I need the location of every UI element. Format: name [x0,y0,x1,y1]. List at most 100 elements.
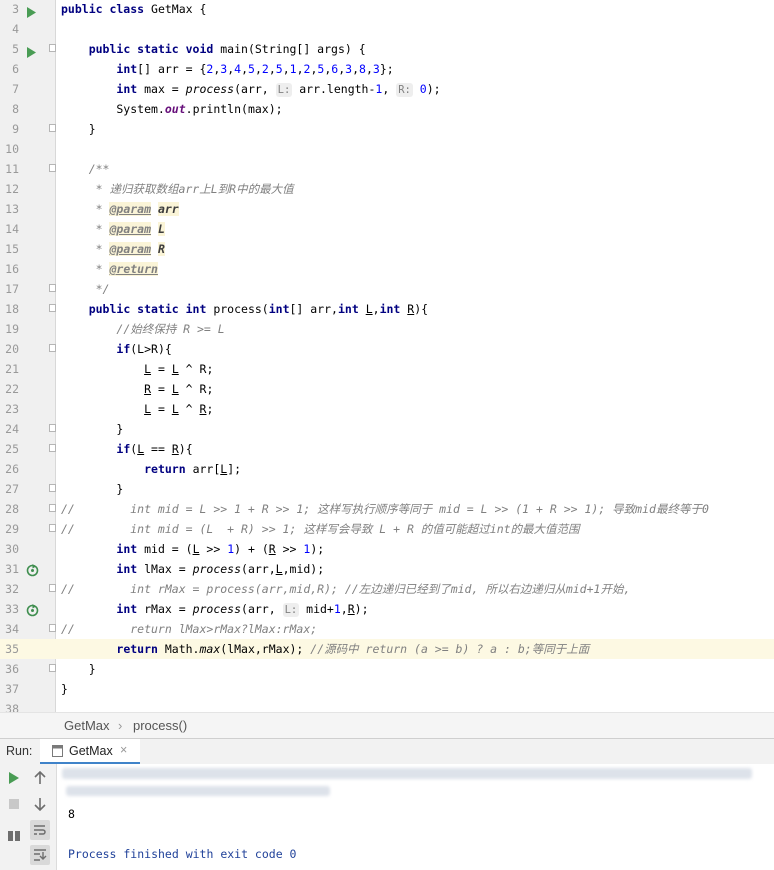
code-line[interactable]: 31 int lMax = process(arr,L,mid); [0,559,774,579]
fold-marker-icon[interactable] [49,124,56,132]
code-text[interactable]: } [61,479,123,499]
code-text[interactable]: public class GetMax { [61,0,206,19]
code-line[interactable]: 25 if(L == R){ [0,439,774,459]
stop-icon[interactable] [4,794,24,814]
code-line[interactable]: 37} [0,679,774,699]
code-text[interactable]: int lMax = process(arr,L,mid); [61,559,324,579]
code-text[interactable]: * @param R [61,239,165,259]
code-line[interactable]: 10 [0,139,774,159]
code-line[interactable]: 8 System.out.println(max); [0,99,774,119]
code-line[interactable]: 22 R = L ^ R; [0,379,774,399]
code-line[interactable]: 4 [0,19,774,39]
fold-marker-icon[interactable] [49,484,56,492]
code-text[interactable]: int mid = (L >> 1) + (R >> 1); [61,539,324,559]
code-text[interactable]: * @param L [61,219,165,239]
code-text[interactable]: } [61,659,96,679]
fold-marker-icon[interactable] [49,164,56,172]
run-tab[interactable]: GetMax × [40,739,140,764]
breadcrumb-method[interactable]: process() [133,718,187,733]
code-line[interactable]: 36 } [0,659,774,679]
code-line[interactable]: 11 /** [0,159,774,179]
code-text[interactable]: L = L ^ R; [61,359,213,379]
code-line[interactable]: 26 return arr[L]; [0,459,774,479]
run-tab-label: GetMax [69,744,113,758]
code-text[interactable]: // int mid = (L + R) >> 1; 这样写会导致 L + R … [61,519,580,539]
code-text[interactable]: //始终保持 R >= L [61,319,224,339]
fold-marker-icon[interactable] [49,584,56,592]
line-number: 36 [5,662,19,676]
code-text[interactable]: int[] arr = {2,3,4,5,2,5,1,2,5,6,3,8,3}; [61,59,393,79]
code-line[interactable]: 3 public class GetMax { [0,0,774,19]
code-line[interactable]: 15 * @param R [0,239,774,259]
code-line[interactable]: 32 // int rMax = process(arr,mid,R); //左边… [0,579,774,599]
code-text[interactable]: R = L ^ R; [61,379,213,399]
code-line[interactable]: 27 } [0,479,774,499]
code-text[interactable]: } [61,119,96,139]
code-text[interactable]: // return lMax>rMax?lMax:rMax; [61,619,317,639]
code-line[interactable]: 34 // return lMax>rMax?lMax:rMax; [0,619,774,639]
fold-marker-icon[interactable] [49,344,56,352]
fold-marker-icon[interactable] [49,444,56,452]
code-line[interactable]: 13 * @param arr [0,199,774,219]
code-text[interactable]: int max = process(arr, L: arr.length-1, … [61,79,441,99]
code-text[interactable]: public static int process(int[] arr,int … [61,299,428,319]
code-text[interactable]: * @return [61,259,158,279]
code-text[interactable]: if(L>R){ [61,339,171,359]
code-line[interactable]: 33 int rMax = process(arr, L: mid+1,R); [0,599,774,619]
code-text[interactable]: } [61,679,68,699]
code-line[interactable]: 21 L = L ^ R; [0,359,774,379]
fold-marker-icon[interactable] [49,624,56,632]
run-console[interactable]: 8 Process finished with exit code 0 [0,764,774,870]
code-text[interactable]: return arr[L]; [61,459,241,479]
close-icon[interactable]: × [120,743,127,757]
code-text[interactable]: int rMax = process(arr, L: mid+1,R); [61,599,369,619]
code-line[interactable]: 20 if(L>R){ [0,339,774,359]
code-line[interactable]: 14 * @param L [0,219,774,239]
code-text[interactable]: // int mid = L >> 1 + R >> 1; 这样写执行顺序等同于… [61,499,709,519]
code-line[interactable]: 17 */ [0,279,774,299]
code-line[interactable]: 28 // int mid = L >> 1 + R >> 1; 这样写执行顺序等… [0,499,774,519]
code-line[interactable]: 18 public static int process(int[] arr,i… [0,299,774,319]
code-text[interactable]: /** [61,159,110,179]
code-line[interactable]: 5 public static void main(String[] args)… [0,39,774,59]
code-line[interactable]: 7 int max = process(arr, L: arr.length-1… [0,79,774,99]
code-line[interactable]: 19 //始终保持 R >= L [0,319,774,339]
fold-marker-icon[interactable] [49,664,56,672]
code-text[interactable]: L = L ^ R; [61,399,213,419]
fold-marker-icon[interactable] [49,424,56,432]
code-line[interactable]: 35 return Math.max(lMax,rMax); //源码中 ret… [0,639,774,659]
layout-icon[interactable] [4,826,24,846]
fold-marker-icon[interactable] [49,304,56,312]
code-editor[interactable]: 3 public class GetMax {4 5 public static v… [0,0,774,712]
code-line[interactable]: 12 * 递归获取数组arr上L到R中的最大值 [0,179,774,199]
scroll-to-end-icon[interactable] [30,845,50,865]
code-text[interactable]: // int rMax = process(arr,mid,R); //左边递归… [61,579,630,599]
fold-marker-icon[interactable] [49,44,56,52]
code-line[interactable]: 38 [0,699,774,712]
code-line[interactable]: 16 * @return [0,259,774,279]
code-text[interactable]: if(L == R){ [61,439,192,459]
rerun-icon[interactable] [4,768,24,788]
code-text[interactable]: * @param arr [61,199,179,219]
soft-wrap-icon[interactable] [30,820,50,840]
fold-marker-icon[interactable] [49,524,56,532]
code-line[interactable]: 23 L = L ^ R; [0,399,774,419]
up-arrow-icon[interactable] [30,768,50,788]
code-text[interactable]: * 递归获取数组arr上L到R中的最大值 [61,179,294,199]
code-line[interactable]: 24 } [0,419,774,439]
code-text[interactable]: } [61,419,123,439]
line-number: 29 [5,522,19,536]
fold-marker-icon[interactable] [49,284,56,292]
code-text[interactable]: public static void main(String[] args) { [61,39,366,59]
code-text[interactable]: */ [61,279,110,299]
code-line[interactable]: 9 } [0,119,774,139]
code-line[interactable]: 30 int mid = (L >> 1) + (R >> 1); [0,539,774,559]
code-text[interactable]: return Math.max(lMax,rMax); //源码中 return… [61,639,589,659]
breadcrumb-class[interactable]: GetMax [64,718,110,733]
code-text[interactable]: System.out.println(max); [61,99,282,119]
down-arrow-icon[interactable] [30,794,50,814]
code-line[interactable]: 6 int[] arr = {2,3,4,5,2,5,1,2,5,6,3,8,3… [0,59,774,79]
line-number: 3 [12,2,19,16]
code-line[interactable]: 29 // int mid = (L + R) >> 1; 这样写会导致 L + … [0,519,774,539]
fold-marker-icon[interactable] [49,504,56,512]
